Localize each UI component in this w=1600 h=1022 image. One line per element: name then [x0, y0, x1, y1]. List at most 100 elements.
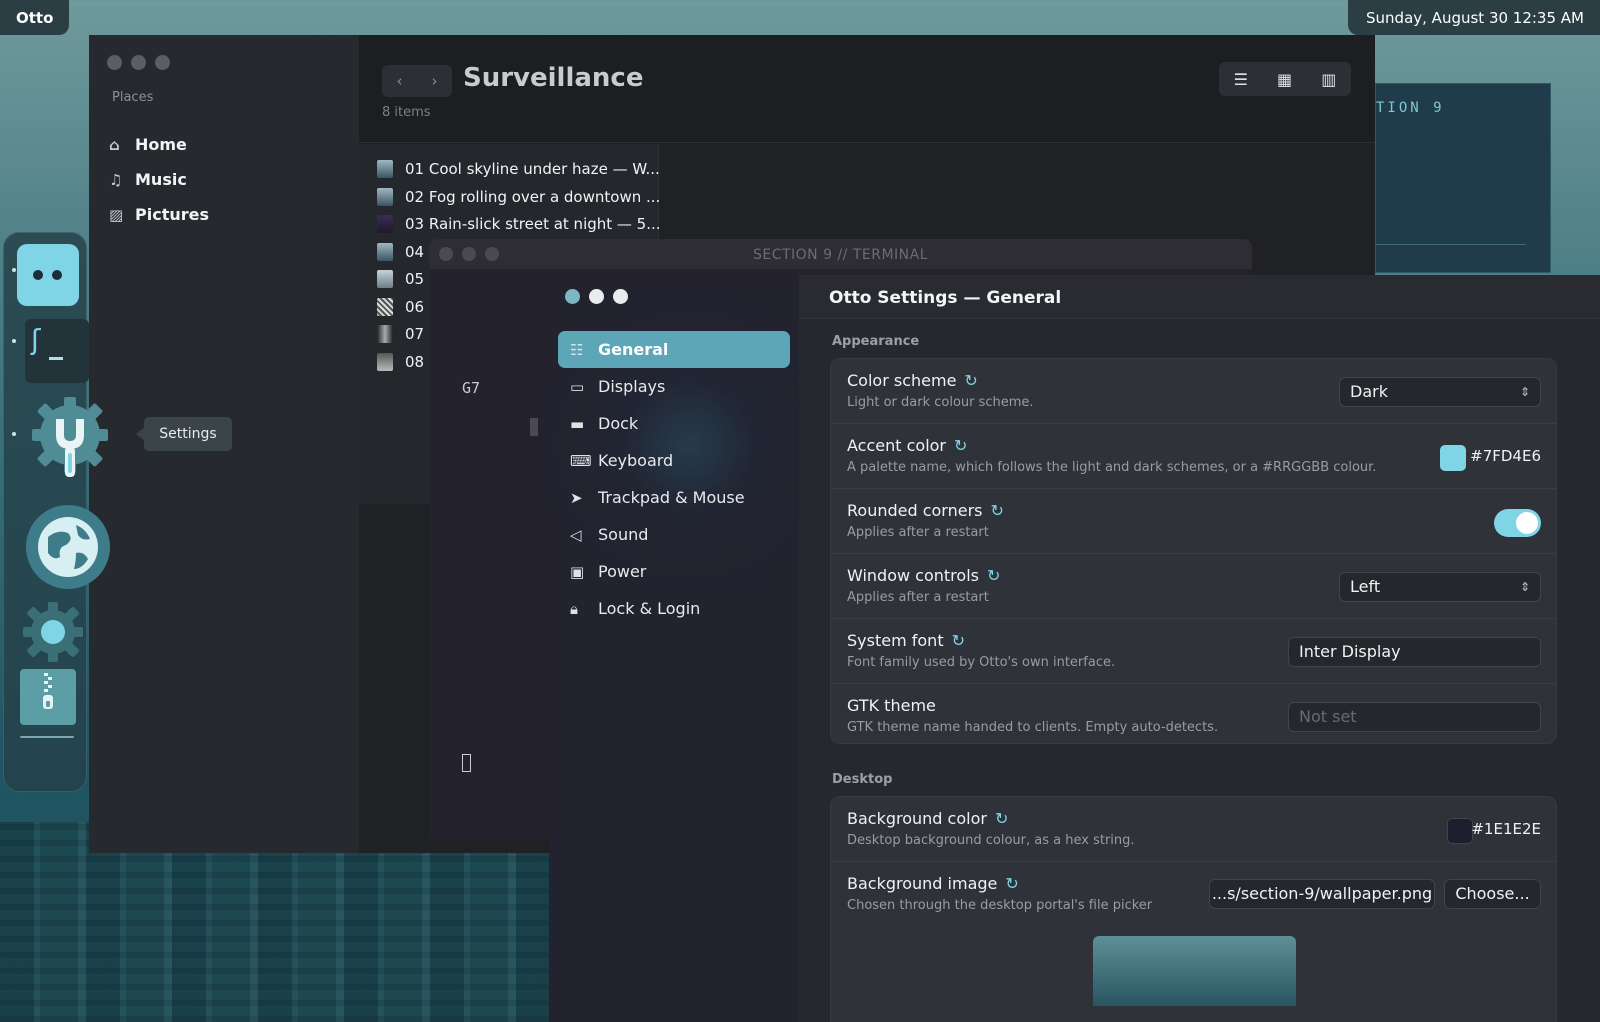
reset-icon[interactable]: ↻ — [995, 809, 1008, 828]
gear-icon — [23, 602, 83, 662]
settings-app-icon[interactable] — [26, 393, 114, 481]
view-switcher: ☰ ▦ ▥ — [1219, 62, 1351, 96]
close-button[interactable] — [565, 289, 580, 304]
background-color-label: Background color — [847, 809, 987, 828]
window-controls-label: Window controls — [847, 566, 979, 585]
settings-header: Otto Settings — General — [799, 275, 1600, 319]
color-scheme-select[interactable]: Dark ⇕ — [1339, 377, 1541, 407]
terminal-app-icon[interactable]: ʃ — [25, 319, 89, 383]
accent-color-swatch[interactable] — [1440, 445, 1466, 471]
eye-icon — [52, 270, 62, 280]
places-list: ⌂ Home ♫ Music ▨ Pictures — [109, 127, 209, 232]
chevron-updown-icon: ⇕ — [1519, 385, 1530, 399]
otto-app-icon[interactable] — [17, 244, 79, 306]
dock-tooltip: Settings — [136, 417, 232, 451]
nav-general[interactable]: ☷ General — [558, 331, 790, 368]
nav-dock[interactable]: ▬ Dock — [558, 405, 790, 442]
toggle-knob — [1516, 512, 1538, 534]
picture-icon: ▨ — [109, 205, 124, 224]
grid-view-icon[interactable]: ▦ — [1277, 70, 1292, 89]
file-thumbnail — [377, 243, 393, 261]
rounded-corners-desc: Applies after a restart — [847, 525, 989, 540]
terminal-window-controls — [439, 247, 499, 261]
maximize-button[interactable] — [485, 247, 499, 261]
accent-color-value[interactable]: #7FD4E6 — [1470, 447, 1541, 465]
appearance-card: Color scheme ↻ Light or dark colour schem… — [830, 358, 1557, 744]
system-font-row: System font ↻ Font family used by Otto's … — [831, 619, 1556, 684]
terminal-cursor[interactable] — [462, 754, 471, 772]
terminal-titlebar[interactable]: SECTION 9 // TERMINAL — [429, 239, 1252, 269]
file-item[interactable]: 03 Rain-slick street at night — 5... — [377, 212, 661, 236]
monitor-icon: ▭ — [570, 377, 585, 396]
close-button[interactable] — [439, 247, 453, 261]
nav-lock-login[interactable]: 🔒︎ Lock & Login — [558, 590, 790, 627]
folder-title: Surveillance — [463, 63, 644, 93]
nav-displays[interactable]: ▭ Displays — [558, 368, 790, 405]
reset-icon[interactable]: ↻ — [952, 631, 965, 650]
terminal-output: G7 — [462, 379, 481, 397]
window-controls-select[interactable]: Left ⇕ — [1339, 572, 1541, 602]
file-item[interactable]: 02 Fog rolling over a downtown ... — [377, 185, 660, 209]
nav-power[interactable]: ▣ Power — [558, 553, 790, 590]
accent-color-row: Accent color ↻ A palette name, which foll… — [831, 424, 1556, 489]
nav-trackpad-mouse[interactable]: ➤ Trackpad & Mouse — [558, 479, 790, 516]
choose-button[interactable]: Choose... — [1444, 879, 1541, 909]
running-indicator — [12, 432, 16, 436]
window-controls-row: Window controls ↻ Applies after a restart… — [831, 554, 1556, 619]
settings-content: Otto Settings — General Appearance Color… — [799, 275, 1600, 1022]
rounded-corners-row: Rounded corners ↻ Applies after a restart — [831, 489, 1556, 554]
reset-icon[interactable]: ↻ — [1005, 874, 1018, 893]
wrench-gear-icon — [32, 397, 108, 477]
minimize-button[interactable] — [462, 247, 476, 261]
forward-icon[interactable]: › — [432, 72, 438, 90]
monitor-axis — [1376, 244, 1526, 245]
file-thumbnail — [377, 270, 393, 288]
appearance-heading: Appearance — [832, 334, 920, 349]
sliders-icon: ☷ — [570, 340, 584, 359]
file-item[interactable]: 01 Cool skyline under haze — W... — [377, 157, 660, 181]
place-pictures[interactable]: ▨ Pictures — [109, 197, 209, 232]
minimize-button[interactable] — [131, 55, 146, 70]
item-count: 8 items — [382, 105, 431, 120]
battery-icon: ▣ — [570, 562, 585, 581]
dock-separator — [20, 736, 74, 738]
place-home[interactable]: ⌂ Home — [109, 127, 209, 162]
gtk-theme-input[interactable]: Not set — [1288, 702, 1541, 732]
pointer-icon: ➤ — [570, 488, 583, 507]
column-view-icon[interactable]: ▥ — [1321, 70, 1336, 89]
app-menu[interactable]: Otto — [0, 0, 70, 35]
background-color-value[interactable]: #1E1E2E — [1471, 820, 1541, 838]
system-app-icon[interactable] — [20, 599, 86, 665]
archive-app-icon[interactable] — [20, 669, 76, 725]
close-button[interactable] — [107, 55, 122, 70]
reset-icon[interactable]: ↻ — [954, 436, 967, 455]
nav-sound[interactable]: ◁ Sound — [558, 516, 790, 553]
reset-icon[interactable]: ↻ — [987, 566, 1000, 585]
browser-app-icon[interactable] — [24, 503, 112, 591]
desktop-heading: Desktop — [832, 772, 893, 787]
list-view-icon[interactable]: ☰ — [1234, 70, 1248, 89]
footprint-icon: ʃ — [31, 323, 41, 356]
zipper-icon — [43, 673, 53, 709]
accent-color-desc: A palette name, which follows the light … — [847, 460, 1377, 475]
window-controls-desc: Applies after a restart — [847, 590, 989, 605]
nav-keyboard[interactable]: ⌨ Keyboard — [558, 442, 790, 479]
prompt-icon — [49, 357, 63, 360]
reset-icon[interactable]: ↻ — [991, 501, 1004, 520]
maximize-button[interactable] — [613, 289, 628, 304]
reset-icon[interactable]: ↻ — [964, 371, 977, 390]
background-image-path[interactable]: ...s/section-9/wallpaper.png — [1209, 879, 1435, 909]
background-color-swatch[interactable] — [1447, 818, 1473, 844]
speaker-icon: ◁ — [570, 525, 582, 544]
system-font-input[interactable]: Inter Display — [1288, 637, 1541, 667]
back-icon[interactable]: ‹ — [397, 72, 403, 90]
app-name: Otto — [16, 8, 54, 27]
maximize-button[interactable] — [155, 55, 170, 70]
file-thumbnail — [377, 160, 393, 178]
color-scheme-label: Color scheme — [847, 371, 957, 390]
clock[interactable]: Sunday, August 30 12:35 AM — [1348, 0, 1600, 35]
rounded-corners-toggle[interactable] — [1494, 509, 1541, 537]
place-music[interactable]: ♫ Music — [109, 162, 209, 197]
desktop-card: Background color ↻ Desktop background col… — [830, 796, 1557, 1022]
minimize-button[interactable] — [589, 289, 604, 304]
